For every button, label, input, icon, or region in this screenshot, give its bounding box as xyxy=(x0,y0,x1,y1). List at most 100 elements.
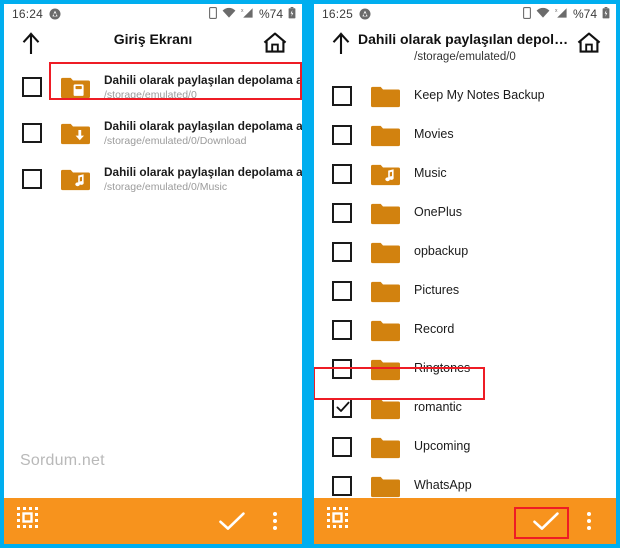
battery-percent-label: %74 xyxy=(572,7,597,21)
folder-icon xyxy=(370,396,400,420)
wifi-icon xyxy=(222,7,236,22)
row-checkbox[interactable] xyxy=(332,163,352,184)
folder-icon xyxy=(370,357,400,381)
row-checkbox[interactable] xyxy=(332,241,352,262)
right-header: Dahili olarak paylaşılan depola... /stor… xyxy=(314,24,616,76)
list-item[interactable]: Pictures xyxy=(314,271,616,310)
folder-download-icon xyxy=(60,121,90,145)
row-path: /storage/emulated/0 xyxy=(104,88,197,101)
list-item[interactable]: Dahili olarak paylaşılan depolama alanı … xyxy=(4,64,302,110)
battery-icon xyxy=(288,6,296,22)
watermark-label: Sordum.net xyxy=(20,452,105,469)
row-path: /storage/emulated/0/Music xyxy=(104,180,228,193)
row-path: /storage/emulated/0/Download xyxy=(104,134,247,147)
home-icon[interactable] xyxy=(258,24,292,62)
right-status-bar: 16:25 x %74 xyxy=(314,4,616,24)
row-checkbox[interactable] xyxy=(332,202,352,223)
list-item[interactable]: opbackup xyxy=(314,232,616,271)
folder-icon xyxy=(370,123,400,147)
row-checkbox[interactable] xyxy=(332,124,352,145)
row-title: Music xyxy=(414,166,447,180)
svg-text:x: x xyxy=(241,8,244,14)
list-item[interactable]: Keep My Notes Backup xyxy=(314,76,616,115)
folder-icon xyxy=(370,201,400,225)
row-title: Dahili olarak paylaşılan depolama alanı.… xyxy=(104,164,302,179)
sim-icon xyxy=(523,6,531,22)
row-text-block: Pictures xyxy=(414,283,459,298)
right-bottom-bar xyxy=(314,498,616,544)
right-phone-screen: 16:25 x %74 Dahili olarak paylaşılan dep… xyxy=(314,4,616,544)
row-text-block: Dahili olarak paylaşılan depolama alanı.… xyxy=(104,119,302,148)
row-text-block: Keep My Notes Backup xyxy=(414,88,545,103)
status-time: 16:24 xyxy=(12,7,44,21)
row-title: OnePlus xyxy=(414,205,462,219)
row-text-block: Ringtones xyxy=(414,361,470,376)
row-title: Record xyxy=(414,322,455,336)
list-item[interactable]: OnePlus xyxy=(314,193,616,232)
screenshot-frame: 16:24 x %74 Giriş Ekranı Dahili olarak p… xyxy=(0,0,620,548)
list-item[interactable]: Upcoming xyxy=(314,427,616,466)
right-header-center: Dahili olarak paylaşılan depola... /stor… xyxy=(358,24,572,65)
more-vertical-icon[interactable] xyxy=(260,504,290,538)
folder-icon xyxy=(370,474,400,498)
row-title: romantic xyxy=(414,400,462,414)
select-all-icon[interactable] xyxy=(326,506,352,537)
row-checkbox[interactable] xyxy=(332,358,352,379)
list-item[interactable]: Movies xyxy=(314,115,616,154)
status-icons-group: x %74 xyxy=(523,6,610,22)
row-text-block: Record xyxy=(414,322,454,337)
row-checkbox[interactable] xyxy=(332,436,352,457)
row-text-block: Dahili olarak paylaşılan depolama alanı … xyxy=(104,73,302,102)
wifi-icon xyxy=(536,7,550,22)
sim-icon xyxy=(209,6,217,22)
battery-percent-label: %74 xyxy=(258,7,283,21)
row-title: Movies xyxy=(414,127,454,141)
list-item[interactable]: Ringtones xyxy=(314,349,616,388)
notification-circle-icon xyxy=(359,8,371,20)
more-vertical-icon[interactable] xyxy=(574,504,604,538)
row-title: opbackup xyxy=(414,244,469,258)
row-title: Ringtones xyxy=(414,361,471,375)
row-checkbox[interactable] xyxy=(332,85,352,106)
row-text-block: Dahili olarak paylaşılan depolama alanı.… xyxy=(104,165,302,194)
folder-music-icon xyxy=(60,167,90,191)
row-checkbox[interactable] xyxy=(332,319,352,340)
row-checkbox[interactable] xyxy=(332,280,352,301)
row-title: WhatsApp xyxy=(414,478,472,492)
row-text-block: Movies xyxy=(414,127,454,142)
row-checkbox-checked[interactable] xyxy=(332,397,352,418)
row-checkbox[interactable] xyxy=(22,123,42,143)
panel-divider xyxy=(302,0,314,548)
folder-icon xyxy=(370,318,400,342)
folder-icon xyxy=(370,240,400,264)
list-item[interactable]: Record xyxy=(314,310,616,349)
status-icons-group: x %74 xyxy=(209,6,296,22)
confirm-check-button[interactable] xyxy=(518,504,574,538)
select-all-icon[interactable] xyxy=(16,506,42,537)
row-text-block: Music xyxy=(414,166,447,181)
row-checkbox[interactable] xyxy=(22,77,42,97)
row-text-block: Upcoming xyxy=(414,439,470,454)
row-checkbox[interactable] xyxy=(22,169,42,189)
home-icon[interactable] xyxy=(572,24,606,62)
list-item-selected[interactable]: romantic xyxy=(314,388,616,427)
list-item[interactable]: Music xyxy=(314,154,616,193)
right-file-list: Keep My Notes Backup Movies Music OnePlu… xyxy=(314,76,616,505)
status-time: 16:25 xyxy=(322,7,354,21)
row-text-block: romantic xyxy=(414,400,462,415)
left-bottom-bar xyxy=(4,498,302,544)
notification-circle-icon xyxy=(49,8,61,20)
row-title: Dahili olarak paylaşılan depolama alanı xyxy=(104,72,302,87)
list-item[interactable]: Dahili olarak paylaşılan depolama alanı.… xyxy=(4,110,302,156)
signal-icon: x xyxy=(555,7,568,22)
list-item[interactable]: Dahili olarak paylaşılan depolama alanı.… xyxy=(4,156,302,202)
up-arrow-icon[interactable] xyxy=(324,24,358,62)
up-arrow-icon[interactable] xyxy=(14,24,48,62)
confirm-check-button[interactable] xyxy=(204,504,260,538)
left-status-bar: 16:24 x %74 xyxy=(4,4,302,24)
page-title: Dahili olarak paylaşılan depola... xyxy=(358,31,572,47)
page-title: Giriş Ekranı xyxy=(113,31,193,47)
folder-icon xyxy=(370,279,400,303)
row-checkbox[interactable] xyxy=(332,475,352,496)
page-subtitle-path: /storage/emulated/0 xyxy=(414,51,516,63)
